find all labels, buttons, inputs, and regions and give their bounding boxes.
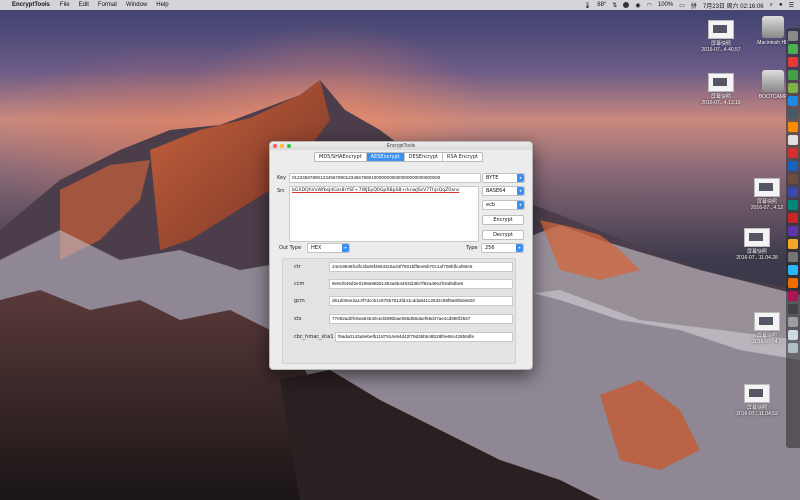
- finder-icon[interactable]: [788, 31, 798, 41]
- dock: [786, 28, 800, 448]
- trash-icon[interactable]: [788, 343, 798, 353]
- result-ctr-field[interactable]: 24e19946fcdfc3fa06f46543c6a34f7801bff5ee…: [329, 262, 513, 272]
- battery-icon[interactable]: ▭: [679, 2, 685, 9]
- app-icon[interactable]: [788, 239, 798, 249]
- src-label: Src: [277, 188, 285, 194]
- menu-help[interactable]: Help: [156, 2, 168, 8]
- result-label: ccm: [294, 281, 305, 287]
- app-icon[interactable]: [788, 291, 798, 301]
- chevron-down-icon: ▾: [516, 244, 523, 252]
- src-format-select[interactable]: BASE64 ▾: [482, 186, 525, 196]
- tab-des[interactable]: DESEncrypt: [405, 153, 444, 161]
- key-format-select[interactable]: BYTE ▾: [482, 173, 525, 183]
- results-panel: [282, 258, 516, 364]
- close-icon[interactable]: [273, 144, 277, 148]
- result-label: xts: [294, 316, 302, 322]
- app-icon[interactable]: [788, 252, 798, 262]
- chevron-down-icon: ▾: [517, 201, 524, 209]
- screenshot-file-icon: [754, 178, 780, 197]
- type-select[interactable]: 256 ▾: [481, 243, 524, 253]
- app-icon[interactable]: [788, 148, 798, 158]
- app-icon[interactable]: [788, 135, 798, 145]
- result-cbc-hmac-sha1-field[interactable]: f9ada0143a9ebefb1187914e94d42f79d35b548b…: [335, 332, 513, 342]
- app-icon[interactable]: [788, 278, 798, 288]
- out-type-label: Out Type: [279, 245, 302, 251]
- desktop-icon-screenshot[interactable]: 屏幕快照 2016-07...11.04.52: [730, 384, 784, 417]
- desktop-icon-screenshot[interactable]: 屏幕快照 2016-07...11.04.28: [730, 228, 784, 261]
- encrypt-button[interactable]: Encrypt: [482, 215, 524, 225]
- result-xts-field[interactable]: 77e82ad0fc6ea64540ced399bbae065d58daef58…: [329, 314, 513, 324]
- screenshot-file-icon: [708, 20, 734, 39]
- app-icon[interactable]: [788, 161, 798, 171]
- search-icon[interactable]: ⌕: [770, 2, 773, 9]
- tab-rsa[interactable]: RSA Encrypt: [443, 153, 482, 161]
- app-icon[interactable]: [788, 317, 798, 327]
- hard-drive-icon: [762, 70, 784, 92]
- menu-bar: EncryptTools File Edit Format Window Hel…: [0, 0, 800, 10]
- menu-window[interactable]: Window: [126, 2, 147, 8]
- menu-edit[interactable]: Edit: [79, 2, 89, 8]
- key-label: Key: [277, 175, 287, 181]
- battery-value[interactable]: 100%: [658, 2, 673, 8]
- chevron-down-icon: ▾: [342, 244, 349, 252]
- window-title: EncryptTools: [386, 143, 416, 149]
- record-icon[interactable]: [623, 2, 630, 8]
- zoom-icon[interactable]: [287, 144, 291, 148]
- out-type-select[interactable]: HEX ▾: [307, 243, 350, 253]
- result-label: gcm: [294, 298, 305, 304]
- wifi-icon[interactable]: ◠: [647, 2, 652, 9]
- terminal-icon[interactable]: [788, 109, 798, 119]
- datetime[interactable]: 7月23日 周六 02:16:06: [703, 1, 764, 10]
- tab-md5-sha[interactable]: MD5/SHAEncrypt: [315, 153, 367, 161]
- network-icon[interactable]: ⇅: [612, 2, 617, 9]
- key-input[interactable]: 0123456789012345678901234567890100000000…: [289, 173, 481, 183]
- screenshot-file-icon: [708, 73, 734, 92]
- app-icon[interactable]: [788, 187, 798, 197]
- result-label: ctr: [294, 264, 301, 270]
- app-icon[interactable]: [788, 57, 798, 67]
- app-icon[interactable]: [788, 265, 798, 275]
- result-gcm-field[interactable]: d61d00ee2a13f7dccb1c875b7613fd41cdda841c…: [329, 296, 513, 306]
- status-area: 🌡 88° ⇅ ◉ ◠ 100% ▭ 拼 7月23日 周六 02:16:06 ⌕…: [584, 0, 794, 10]
- menu-file[interactable]: File: [60, 2, 70, 8]
- input-method-icon[interactable]: 拼: [691, 1, 697, 10]
- wechat-icon[interactable]: [788, 70, 798, 80]
- app-icon[interactable]: [788, 226, 798, 236]
- app-icon[interactable]: [788, 122, 798, 132]
- desktop-icon-screenshot[interactable]: 屏幕快照 2016-07...4.40.57: [694, 20, 748, 53]
- app-icon[interactable]: [788, 200, 798, 210]
- menu-format[interactable]: Format: [98, 2, 117, 8]
- screenshot-file-icon: [744, 228, 770, 247]
- hard-drive-icon: [762, 16, 784, 38]
- app-icon[interactable]: [788, 83, 798, 93]
- tab-aes[interactable]: AESEncrypt: [366, 153, 405, 161]
- app-icon[interactable]: [788, 174, 798, 184]
- window-titlebar: EncryptTools: [270, 142, 532, 150]
- notification-center-icon[interactable]: ☰: [789, 2, 794, 9]
- tab-bar: MD5/SHAEncrypt AESEncrypt DESEncrypt RSA…: [314, 152, 484, 162]
- app-icon[interactable]: [788, 213, 798, 223]
- minimize-icon[interactable]: [280, 144, 284, 148]
- screenshot-file-icon: [744, 384, 770, 403]
- app-menu[interactable]: EncryptTools: [12, 2, 50, 8]
- app-icon[interactable]: [788, 330, 798, 340]
- type-label: Type: [466, 245, 478, 251]
- desktop-icon-screenshot[interactable]: 屏幕快照 2016-07...4.13.19: [694, 73, 748, 106]
- chevron-down-icon: ▾: [517, 187, 524, 195]
- mode-select[interactable]: ecb ▾: [482, 200, 525, 210]
- app-icon[interactable]: [788, 96, 798, 106]
- eye-icon[interactable]: ◉: [635, 2, 640, 9]
- result-ccm-field[interactable]: 9e9cf646d2e0198a96b51354a6b44831b6b7f82a…: [329, 279, 513, 289]
- src-textarea[interactable]: bGXDQhVxWfbsJdGzs8rYSF+7WJEpQ0GpRBpS8+rk…: [289, 186, 479, 242]
- temperature-value: 88°: [597, 2, 607, 8]
- app-icon[interactable]: [788, 44, 798, 54]
- temperature-icon[interactable]: 🌡: [584, 2, 592, 9]
- decrypt-button[interactable]: Decrypt: [482, 230, 524, 240]
- siri-icon[interactable]: ●: [779, 2, 783, 8]
- screenshot-file-icon: [754, 312, 780, 331]
- result-label: cbc_hmac_sha1: [294, 334, 334, 340]
- chevron-down-icon: ▾: [517, 174, 524, 182]
- app-icon[interactable]: [788, 304, 798, 314]
